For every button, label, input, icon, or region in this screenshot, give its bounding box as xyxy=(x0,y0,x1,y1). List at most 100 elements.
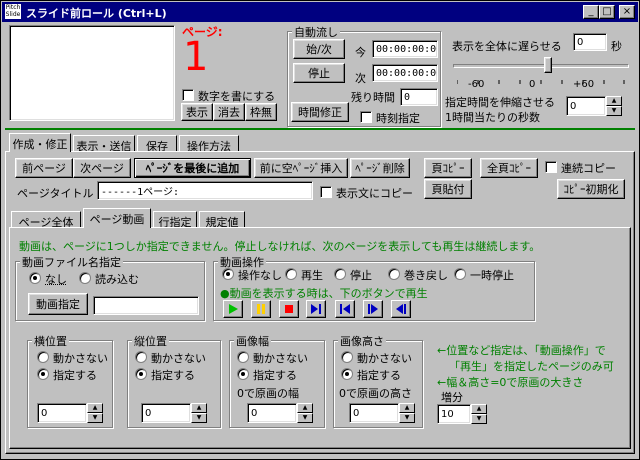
op-radio-pause[interactable] xyxy=(454,268,466,280)
h-position-radio-specify[interactable] xyxy=(37,368,49,380)
height-spinner[interactable]: ▲ ▼ xyxy=(399,403,415,423)
height-radio-fixed[interactable] xyxy=(341,351,353,363)
op-radio-stop[interactable] xyxy=(334,268,346,280)
v-position-radio-fixed[interactable] xyxy=(135,351,147,363)
radio-none[interactable] xyxy=(29,272,41,284)
insert-blank-page-button[interactable]: 前に空ﾍﾟｰｼﾞ挿入 xyxy=(254,158,348,178)
spin-up-icon[interactable]: ▲ xyxy=(399,403,415,413)
slider-tick-zero: 0 xyxy=(529,79,536,90)
spin-down-icon[interactable]: ▼ xyxy=(191,413,207,423)
width-radio-fixed[interactable] xyxy=(237,351,249,363)
h-position-value: 0 xyxy=(41,407,48,419)
skip-start-button[interactable] xyxy=(335,300,355,318)
spin-down-icon[interactable]: ▼ xyxy=(297,413,313,423)
copy-to-text-checkbox[interactable] xyxy=(320,186,332,198)
step-forward-button[interactable] xyxy=(363,300,383,318)
tab-create-edit[interactable]: 作成・修正 xyxy=(9,133,71,152)
stretch-label-2: 1時間当たりの秒数 xyxy=(445,111,540,124)
stretch-field[interactable]: 0 xyxy=(566,96,606,116)
page-title-input[interactable]: ------1ページ: xyxy=(97,181,313,200)
op-radio-rewind[interactable] xyxy=(388,268,400,280)
copy-init-button[interactable]: ｺﾋﾟｰ初期化 xyxy=(557,179,625,199)
step-back-button[interactable] xyxy=(391,300,411,318)
tab-line-spec[interactable]: 行指定 xyxy=(153,211,197,229)
minimize-button[interactable]: _ xyxy=(583,5,599,19)
write-number-checkbox[interactable] xyxy=(182,89,194,101)
next-page-button[interactable]: 次ページ xyxy=(73,158,131,178)
h-position-opt2-label: 指定する xyxy=(53,369,97,382)
v-position-field[interactable]: 0 xyxy=(141,403,191,423)
width-spinner[interactable]: ▲ ▼ xyxy=(297,403,313,423)
spin-down-icon[interactable]: ▼ xyxy=(606,106,622,116)
pause-button[interactable] xyxy=(251,300,271,318)
spin-up-icon[interactable]: ▲ xyxy=(87,403,103,413)
tab-defaults[interactable]: 規定値 xyxy=(199,211,245,229)
spin-up-icon[interactable]: ▲ xyxy=(471,404,487,414)
delay-slider-track[interactable] xyxy=(453,64,629,68)
page-paste-button[interactable]: 頁貼付 xyxy=(424,179,472,199)
page-copy-button[interactable]: 頁ｺﾋﾟｰ xyxy=(424,158,472,178)
time-specify-checkbox[interactable] xyxy=(360,111,372,123)
increment-value: 10 xyxy=(441,408,454,420)
close-button[interactable]: × xyxy=(619,5,635,19)
delay-slider-thumb[interactable] xyxy=(544,57,552,73)
delay-field[interactable]: 0 xyxy=(573,33,607,51)
page-preview[interactable] xyxy=(9,25,175,121)
video-filename-field[interactable] xyxy=(93,296,199,315)
v-position-spinner[interactable]: ▲ ▼ xyxy=(191,403,207,423)
tab-save[interactable]: 保存 xyxy=(137,135,177,153)
delay-unit: 秒 xyxy=(611,40,622,53)
increment-field[interactable]: 10 xyxy=(437,404,471,424)
tab-help[interactable]: 操作方法 xyxy=(179,135,239,153)
h-position-spinner[interactable]: ▲ ▼ xyxy=(87,403,103,423)
spin-up-icon[interactable]: ▲ xyxy=(606,96,622,106)
spin-down-icon[interactable]: ▼ xyxy=(87,413,103,423)
spin-down-icon[interactable]: ▼ xyxy=(471,414,487,424)
stop-icon xyxy=(285,305,293,313)
erase-button[interactable]: 消去 xyxy=(213,103,245,121)
tab-page-video-label: ページ動画 xyxy=(89,213,145,226)
add-page-end-button[interactable]: ﾍﾟｰｼﾞを最後に追加 xyxy=(134,158,251,178)
next-time-field[interactable]: 00:00:00:000 xyxy=(372,64,438,82)
op-radio-none[interactable] xyxy=(222,268,234,280)
frameless-button[interactable]: 枠無 xyxy=(245,103,277,121)
stretch-spinner[interactable]: ▲ ▼ xyxy=(606,96,622,116)
width-value: 0 xyxy=(251,407,258,419)
h-position-radio-fixed[interactable] xyxy=(37,351,49,363)
increment-spinner[interactable]: ▲ ▼ xyxy=(471,404,487,424)
radio-load[interactable] xyxy=(79,272,91,284)
stop-media-button[interactable] xyxy=(279,300,299,318)
maximize-button[interactable]: □ xyxy=(599,5,615,19)
height-field[interactable]: 0 xyxy=(349,403,399,423)
video-specify-button[interactable]: 動画指定 xyxy=(28,293,88,315)
tab-display-send[interactable]: 表示・送信 xyxy=(73,135,135,153)
height-radio-specify[interactable] xyxy=(341,368,353,380)
v-position-radio-specify[interactable] xyxy=(135,368,147,380)
now-time-field[interactable]: 00:00:00:000 xyxy=(372,40,438,58)
play-button[interactable] xyxy=(223,300,243,318)
spin-up-icon[interactable]: ▲ xyxy=(191,403,207,413)
prev-page-button[interactable]: 前ページ xyxy=(15,158,73,178)
slider-tick-max: +60 xyxy=(573,79,595,90)
tab-page-video[interactable]: ページ動画 xyxy=(83,208,151,228)
width-radio-specify[interactable] xyxy=(237,368,249,380)
all-copy-button[interactable]: 全頁ｺﾋﾟｰ xyxy=(480,158,538,178)
op-radio-play[interactable] xyxy=(285,268,297,280)
spin-up-icon[interactable]: ▲ xyxy=(297,403,313,413)
stop-button[interactable]: 停止 xyxy=(293,63,345,83)
video-note: 動画は、ページに1つしか指定できません。停止しなければ、次のページを表示しても再… xyxy=(19,240,541,253)
title-bar[interactable]: Pitch Slide スライド前ロール (Ctrl+L) _ □ × xyxy=(2,2,638,22)
prev-page-label: 前ページ xyxy=(22,162,66,175)
start-next-button[interactable]: 始/次 xyxy=(293,39,345,59)
width-field[interactable]: 0 xyxy=(247,403,297,423)
tab-page-whole[interactable]: ページ全体 xyxy=(11,211,81,229)
show-button[interactable]: 表示 xyxy=(181,103,213,121)
continuous-copy-checkbox[interactable] xyxy=(545,161,557,173)
skip-end-button[interactable] xyxy=(306,300,326,318)
spin-down-icon[interactable]: ▼ xyxy=(399,413,415,423)
remaining-field[interactable]: 0 xyxy=(400,88,438,106)
time-fix-button[interactable]: 時間修正 xyxy=(291,102,349,122)
delete-page-button[interactable]: ﾍﾟｰｼﾞ削除 xyxy=(350,158,410,178)
h-position-field[interactable]: 0 xyxy=(37,403,87,423)
now-label: 今 xyxy=(355,46,366,59)
